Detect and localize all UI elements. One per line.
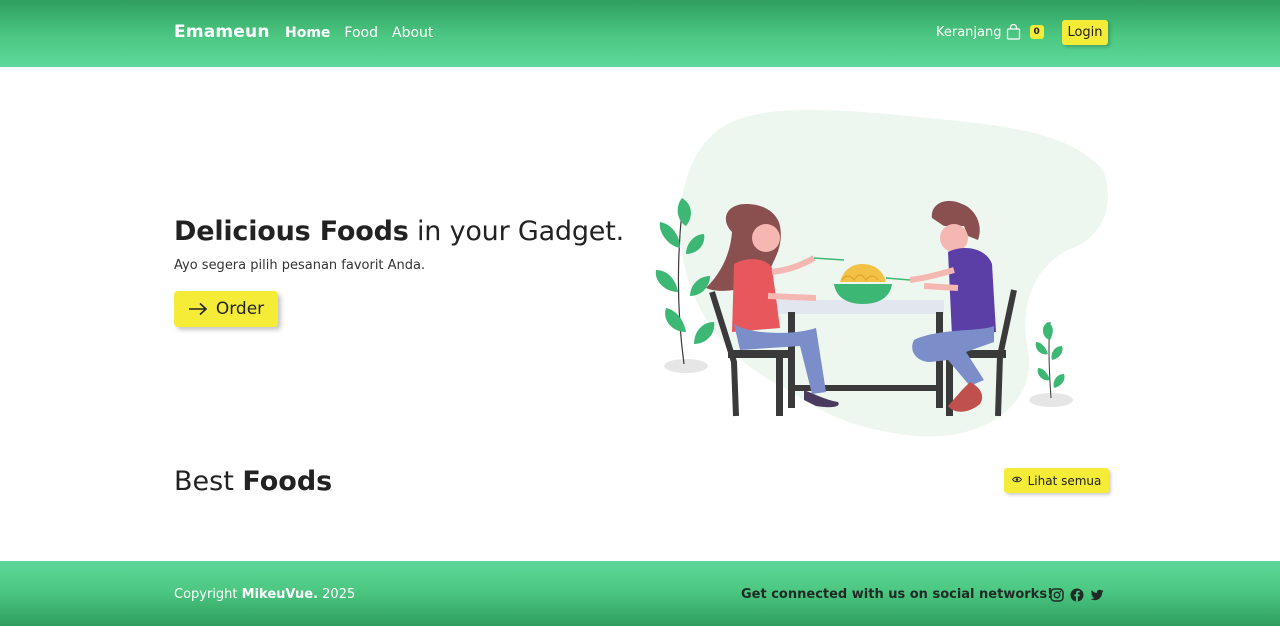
facebook-icon[interactable] bbox=[1070, 587, 1084, 602]
login-button[interactable]: Login bbox=[1062, 20, 1108, 45]
copyright-text: Copyright MikeuVue. 2025 bbox=[174, 587, 355, 602]
copyright-year: 2025 bbox=[318, 587, 356, 602]
hero-subtitle: Ayo segera pilih pesanan favorit Anda. bbox=[174, 258, 426, 273]
navbar: Emameun Home Food About Keranjang 0 Logi… bbox=[0, 0, 1280, 67]
footer: Copyright MikeuVue. 2025 Get connected w… bbox=[0, 561, 1280, 626]
order-button[interactable]: Order bbox=[174, 291, 278, 327]
brand-logo[interactable]: Emameun bbox=[174, 22, 270, 42]
cart-link[interactable]: Keranjang 0 bbox=[936, 23, 1044, 40]
arrow-right-icon bbox=[188, 299, 208, 319]
cart-count-badge: 0 bbox=[1029, 25, 1044, 39]
nav-links: Home Food About bbox=[285, 25, 433, 41]
eye-icon bbox=[1011, 476, 1022, 486]
hero-illustration bbox=[648, 100, 1113, 440]
twitter-icon[interactable] bbox=[1090, 587, 1104, 601]
hero-title-rest: in your Gadget. bbox=[408, 216, 624, 247]
social-networks-text: Get connected with us on social networks… bbox=[741, 587, 1053, 602]
copyright-prefix: Copyright bbox=[174, 587, 242, 602]
social-icons bbox=[1050, 587, 1104, 602]
best-foods-title-bold: Foods bbox=[242, 466, 333, 497]
best-foods-title: Best Foods bbox=[174, 466, 332, 497]
hero-title-bold: Delicious Foods bbox=[174, 216, 409, 247]
nav-link-home[interactable]: Home bbox=[285, 25, 330, 41]
shopping-bag-icon bbox=[1006, 23, 1021, 40]
order-label: Order bbox=[215, 299, 265, 319]
nav-link-food[interactable]: Food bbox=[344, 25, 378, 41]
copyright-brand[interactable]: MikeuVue. bbox=[242, 587, 318, 602]
see-all-label: Lihat semua bbox=[1027, 473, 1102, 488]
cart-label: Keranjang bbox=[936, 24, 1002, 40]
nav-link-about[interactable]: About bbox=[392, 25, 433, 41]
see-all-button[interactable]: Lihat semua bbox=[1004, 468, 1109, 493]
best-foods-title-light: Best bbox=[174, 466, 243, 497]
hero-title: Delicious Foods in your Gadget. bbox=[174, 216, 624, 247]
instagram-icon[interactable] bbox=[1050, 587, 1064, 602]
